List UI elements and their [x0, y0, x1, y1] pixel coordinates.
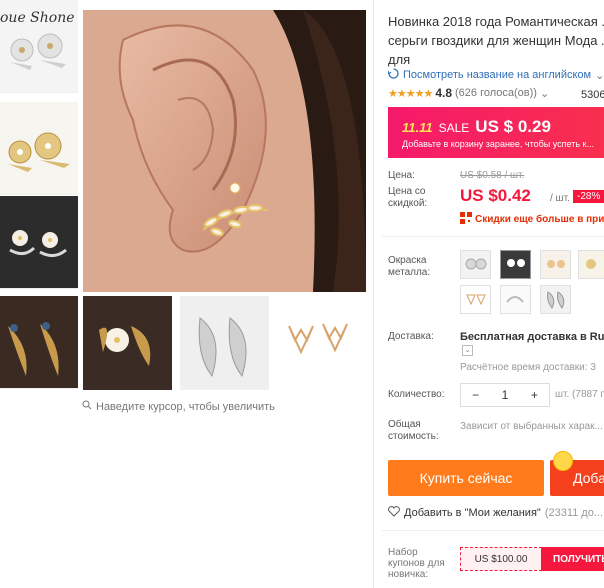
color-swatch-7[interactable] [540, 285, 571, 314]
quantity-decrease-button[interactable]: − [461, 388, 490, 402]
get-coupon-button[interactable]: ПОЛУЧИТЬ [541, 547, 604, 571]
shipping-label: Доставка: [388, 331, 434, 342]
wishlist-count: (23311 до... [544, 507, 604, 519]
coupon-label: Набор купонов для новичка: [388, 547, 445, 580]
discount-price: US $0.42 [460, 186, 531, 205]
shipping-value[interactable]: Бесплатная доставка в Russ... [460, 331, 604, 343]
thumbnail-3[interactable] [0, 196, 78, 289]
price-unit: / шт. [550, 193, 570, 204]
delivery-time: Расчётное время доставки: 3 [460, 362, 596, 373]
price-label: Цена: [388, 170, 415, 181]
orders-count: 5306 [581, 89, 604, 101]
wishlist-text[interactable]: Добавить в "Мои желания" [404, 507, 541, 519]
discount-badge: -28% [573, 190, 604, 203]
divider [382, 236, 604, 237]
thumbnail-6[interactable] [180, 296, 269, 390]
coupon-value: US $100.00 [460, 547, 542, 571]
title-line-2: серьги гвоздики для женщин Мода ... [388, 33, 604, 48]
zoom-hint-text: Наведите курсор, чтобы увеличить [96, 400, 275, 413]
color-swatch-3[interactable] [540, 250, 571, 279]
color-swatch-2[interactable] [500, 250, 531, 279]
translate-link[interactable]: Посмотреть название на английском ⌄ [387, 68, 604, 82]
old-price: US $0.58 / шт. [460, 170, 525, 181]
quantity-label: Количество: [388, 389, 445, 400]
brand-watermark: oue Shone [0, 10, 75, 26]
color-swatch-5[interactable] [460, 285, 491, 314]
bottom-thumbnails [0, 296, 366, 390]
wishlist-link[interactable]: Добавить в "Мои желания" (23311 до... [388, 506, 603, 520]
product-gallery: oue Shone Наведите курсор, чтобы увеличи… [0, 0, 380, 420]
qr-code-icon [460, 212, 472, 227]
chevron-down-icon: ⌄ [539, 87, 550, 100]
zoom-hint: Наведите курсор, чтобы увеличить [82, 400, 275, 413]
coin-badge-icon [553, 451, 573, 471]
star-rating-icon: ★★★★★ [388, 87, 433, 100]
chevron-down-icon: ⌄ [595, 69, 604, 82]
discount-price-label: Цена со скидкой: [388, 186, 428, 209]
app-discount-note[interactable]: Скидки еще больше в при... [460, 212, 604, 227]
color-swatch-6[interactable] [500, 285, 531, 314]
magnifier-icon [82, 400, 92, 413]
rating-value: 4.8 [435, 86, 452, 100]
main-product-image[interactable] [83, 10, 366, 292]
total-label: Общая стоимость: [388, 419, 439, 442]
heart-icon [388, 506, 400, 520]
color-swatch-4[interactable] [578, 250, 604, 279]
divider [382, 530, 604, 531]
promo-tag: 11.11 [402, 120, 433, 135]
translate-link-text[interactable]: Посмотреть название на английском [403, 69, 591, 81]
translate-icon [387, 68, 399, 82]
quantity-input[interactable]: 1 [490, 388, 519, 402]
color-swatch-1[interactable] [460, 250, 491, 279]
promo-price: US $ 0.29 [475, 117, 551, 136]
thumbnail-7[interactable] [277, 296, 366, 390]
buy-now-button[interactable]: Купить сейчас [388, 460, 544, 496]
stock-available: шт. (7887 п... [555, 389, 604, 400]
thumbnail-5[interactable] [83, 296, 172, 390]
sale-promo-banner: 11.11 SALE US $ 0.29 Добавьте в корзину … [388, 107, 604, 158]
product-title: Новинка 2018 года Романтическая ... серь… [388, 12, 604, 69]
title-line-1: Новинка 2018 года Романтическая ... [388, 14, 604, 29]
promo-sale-label: SALE [438, 121, 470, 135]
app-discount-text[interactable]: Скидки еще больше в при... [475, 214, 604, 225]
rating-count[interactable]: (626 голоса(ов)) [455, 87, 537, 99]
rating[interactable]: ★★★★★ 4.8 (626 голоса(ов)) ⌄ [388, 86, 549, 100]
quantity-increase-button[interactable]: + [520, 388, 549, 402]
promo-subtitle: Добавьте в корзину заранее, чтобы успеть… [402, 139, 594, 149]
thumbnail-2[interactable] [0, 102, 78, 195]
title-line-3: для [388, 52, 411, 67]
quantity-stepper: − 1 + [460, 383, 550, 407]
chevron-down-icon[interactable]: ⌄ [462, 345, 473, 356]
metal-color-label: Окраска металла: [388, 255, 431, 278]
gallery-divider [373, 0, 374, 588]
total-value: Зависит от выбранных харак... [460, 421, 603, 432]
